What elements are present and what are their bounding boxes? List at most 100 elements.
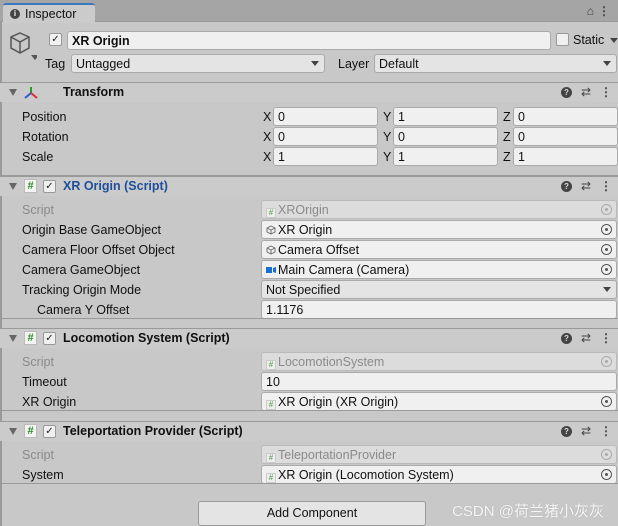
transform-scale-x-input[interactable]: 1 [273, 147, 378, 166]
object-picker-icon[interactable] [601, 396, 612, 407]
xr-origin-component-header[interactable]: # ✓ XR Origin (Script) ? ⇄ ⋮ [0, 176, 618, 196]
help-icon[interactable]: ? [560, 180, 572, 192]
active-checkbox[interactable]: ✓ [49, 33, 62, 46]
script-icon: # [24, 424, 37, 438]
script-icon: # [24, 179, 37, 193]
tab-label: Inspector [25, 7, 77, 21]
presets-icon[interactable]: ⇄ [581, 425, 591, 437]
transform-position-label: Position [22, 110, 67, 124]
reference-value: TeleportationProvider [278, 448, 397, 462]
transform-rotation-z-input[interactable]: 0 [513, 127, 618, 146]
object-reference-field[interactable]: XR Origin [261, 220, 617, 239]
component-menu-icon[interactable]: ⋮ [600, 180, 612, 192]
object-reference-field[interactable]: # XR Origin (Locomotion System) [261, 465, 617, 484]
transform-scale-y-input[interactable]: 1 [393, 147, 498, 166]
transform-scale-label: Scale [22, 150, 54, 164]
transform-position-z-input[interactable]: 0 [513, 107, 618, 126]
help-icon[interactable]: ? [560, 425, 572, 437]
gameobject-cube-icon[interactable] [9, 31, 37, 61]
script-icon: # [266, 208, 276, 218]
axis-x-label[interactable]: X [263, 149, 271, 165]
axis-z-label[interactable]: Z [503, 129, 511, 145]
transform-position-y-input[interactable]: 1 [393, 107, 498, 126]
transform-position-x-input[interactable]: 0 [273, 107, 378, 126]
menu-icon[interactable]: ⋮ [598, 5, 610, 17]
component-menu-icon[interactable]: ⋮ [600, 425, 612, 437]
field-label: Timeout [22, 375, 67, 389]
axis-x-label[interactable]: X [263, 109, 271, 125]
object-reference-field[interactable]: Camera Offset [261, 240, 617, 259]
object-reference-field[interactable]: Main Camera (Camera) [261, 260, 617, 279]
field-label: Script [22, 355, 54, 369]
axis-z-label[interactable]: Z [503, 149, 511, 165]
lock-icon[interactable]: ⌂ [587, 4, 594, 18]
tag-label: Tag [45, 57, 66, 71]
object-picker-icon [601, 204, 612, 215]
component-enabled-checkbox[interactable]: ✓ [43, 180, 56, 193]
foldout-icon[interactable] [9, 183, 17, 190]
axis-x-label[interactable]: X [263, 129, 271, 145]
script-reference-field: # TeleportationProvider [261, 445, 617, 464]
reference-value: XR Origin [278, 223, 333, 237]
help-icon[interactable]: ? [560, 332, 572, 344]
add-component-button[interactable]: Add Component [198, 501, 426, 526]
transform-axes-icon [24, 87, 38, 99]
gameobject-name-input[interactable]: XR Origin [67, 31, 551, 50]
script-icon: # [266, 400, 276, 410]
locomotion-component-header[interactable]: # ✓ Locomotion System (Script) ? ⇄ ⋮ [0, 328, 618, 348]
transform-header[interactable]: Transform ? ⇄ ⋮ [0, 82, 618, 102]
field-label: Origin Base GameObject [22, 223, 161, 237]
transform-scale-z-input[interactable]: 1 [513, 147, 618, 166]
object-picker-icon[interactable] [601, 244, 612, 255]
component-menu-icon[interactable]: ⋮ [600, 86, 612, 98]
object-picker-icon[interactable] [601, 264, 612, 275]
static-dropdown-icon[interactable] [610, 38, 618, 43]
field-label: System [22, 468, 64, 482]
value-input[interactable]: 10 [261, 372, 617, 391]
tracking-origin-mode-dropdown[interactable]: Not Specified [261, 280, 617, 299]
reference-value: XR Origin (Locomotion System) [278, 468, 454, 482]
reference-value: XR Origin (XR Origin) [278, 395, 399, 409]
chevron-down-icon [603, 287, 611, 292]
teleport-component-header[interactable]: # ✓ Teleportation Provider (Script) ? ⇄ ⋮ [0, 421, 618, 441]
foldout-icon[interactable] [9, 428, 17, 435]
component-menu-icon[interactable]: ⋮ [600, 332, 612, 344]
axis-y-label[interactable]: Y [383, 149, 391, 165]
value-input[interactable]: 1.1176 [261, 300, 617, 319]
tab-inspector[interactable]: i Inspector [3, 3, 95, 23]
component-title: Transform [63, 85, 125, 99]
reference-value: Main Camera (Camera) [278, 263, 410, 277]
foldout-icon[interactable] [9, 89, 17, 96]
field-label: Camera Y Offset [37, 303, 130, 317]
foldout-icon[interactable] [9, 335, 17, 342]
transform-rotation-y-input[interactable]: 0 [393, 127, 498, 146]
transform-rotation-x-input[interactable]: 0 [273, 127, 378, 146]
layer-value: Default [379, 57, 419, 71]
component-enabled-checkbox[interactable]: ✓ [43, 425, 56, 438]
axis-y-label[interactable]: Y [383, 109, 391, 125]
axis-z-label[interactable]: Z [503, 109, 511, 125]
presets-icon[interactable]: ⇄ [581, 86, 591, 98]
presets-icon[interactable]: ⇄ [581, 180, 591, 192]
transform-rotation-label: Rotation [22, 130, 69, 144]
layer-dropdown[interactable]: Default [374, 54, 617, 73]
divider [0, 318, 618, 319]
static-checkbox[interactable] [556, 33, 569, 46]
divider [0, 410, 618, 411]
component-enabled-checkbox[interactable]: ✓ [43, 332, 56, 345]
help-icon[interactable]: ? [560, 86, 572, 98]
component-title: XR Origin (Script) [63, 179, 168, 193]
axis-y-label[interactable]: Y [383, 129, 391, 145]
object-reference-field[interactable]: # XR Origin (XR Origin) [261, 392, 617, 411]
static-label: Static [573, 33, 605, 47]
object-picker-icon [601, 449, 612, 460]
presets-icon[interactable]: ⇄ [581, 332, 591, 344]
script-icon: # [24, 331, 37, 345]
component-title: Locomotion System (Script) [63, 331, 230, 345]
object-picker-icon[interactable] [601, 224, 612, 235]
divider [0, 483, 618, 484]
info-icon: i [10, 9, 20, 19]
object-picker-icon [601, 356, 612, 367]
object-picker-icon[interactable] [601, 469, 612, 480]
tag-dropdown[interactable]: Untagged [71, 54, 325, 73]
